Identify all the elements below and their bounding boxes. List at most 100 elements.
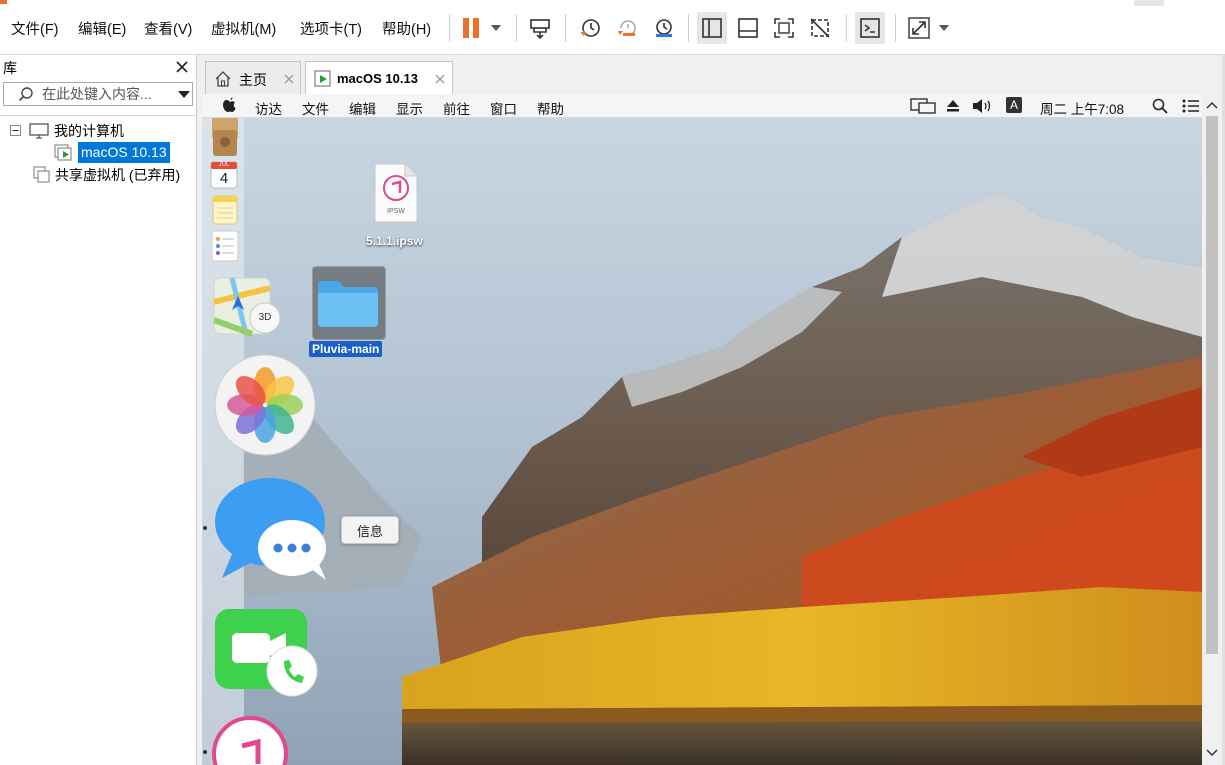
volume-icon[interactable]	[972, 98, 994, 114]
search-icon	[18, 87, 33, 102]
vm-vertical-scrollbar[interactable]	[1202, 94, 1222, 765]
dock-item-messages-icon[interactable]	[214, 476, 332, 584]
mac-menu-edit[interactable]: 编辑	[349, 98, 376, 118]
scroll-down-icon[interactable]	[1206, 749, 1218, 757]
macos-desktop[interactable]	[202, 117, 1202, 765]
send-ctrl-alt-del-icon	[530, 19, 550, 40]
tree-label-vm: macOS 10.13	[78, 142, 170, 163]
shared-vms-icon	[33, 166, 50, 182]
snapshot-manager-icon	[656, 19, 672, 37]
library-search-input[interactable]	[42, 86, 170, 102]
dock-item-calendar[interactable]: JUL 4	[210, 161, 238, 189]
calendar-month: JUL	[218, 162, 230, 168]
toolbar-separator	[565, 14, 566, 42]
tree-label-my-computer: 我的计算机	[54, 122, 124, 139]
close-tab-icon[interactable]	[284, 74, 294, 84]
mac-menu-window[interactable]: 窗口	[490, 98, 517, 118]
mac-clock[interactable]: 周二 上午7:08	[1040, 98, 1124, 118]
mac-menu-help[interactable]: 帮助	[537, 98, 564, 118]
mac-menu-file[interactable]: 文件	[302, 98, 329, 118]
toolbar-separator	[895, 14, 896, 42]
vm-console[interactable]: JUL 4 3D 信息 IPSW 5.1.1.ipsw Pluvia-main …	[202, 94, 1222, 765]
console-view-icon	[860, 18, 880, 38]
console-view-button[interactable]	[855, 12, 885, 44]
desktop-item-ipsw-label[interactable]: 5.1.1.ipsw	[366, 234, 423, 248]
display-mirroring-icon[interactable]	[910, 98, 936, 114]
tree-item-my-computer[interactable]: 我的计算机	[10, 120, 124, 141]
window-caption-remnant	[1134, 0, 1164, 6]
show-library-button[interactable]	[697, 12, 727, 44]
toolbar-separator	[846, 14, 847, 42]
dock-item-photos-icon[interactable]	[214, 354, 316, 456]
notification-center-icon[interactable]	[1182, 99, 1200, 113]
input-source-label: A	[1009, 98, 1018, 112]
stretch-menu-button[interactable]	[933, 12, 955, 44]
menu-tabs[interactable]: 选项卡(T)	[300, 18, 362, 39]
thumbnail-bar-icon	[738, 18, 758, 38]
dock-item-facetime-icon[interactable]	[214, 609, 320, 699]
dock-item-contacts-icon[interactable]	[210, 128, 240, 158]
send-ctrl-alt-del-button[interactable]	[525, 12, 555, 44]
dock-item-itunes-icon[interactable]	[212, 716, 292, 765]
power-menu-button[interactable]	[483, 12, 509, 44]
dock-tooltip: 信息	[341, 516, 399, 544]
dock-item-reminders-icon[interactable]	[210, 230, 240, 262]
scroll-up-icon[interactable]	[1206, 101, 1218, 109]
menu-help[interactable]: 帮助(H)	[382, 18, 431, 39]
menu-file[interactable]: 文件(F)	[11, 18, 59, 39]
apple-icon[interactable]	[222, 97, 236, 113]
fullscreen-button[interactable]	[769, 12, 799, 44]
tab-home-label: 主页	[239, 72, 267, 88]
stretch-guest-button[interactable]	[904, 12, 934, 44]
tree-item-shared-vms[interactable]: 共享虚拟机 (已弃用)	[33, 164, 180, 185]
menu-vm[interactable]: 虚拟机(M)	[211, 18, 276, 39]
close-library-button[interactable]	[176, 56, 188, 78]
thumbnail-bar-button[interactable]	[733, 12, 763, 44]
stretch-dropdown-icon	[939, 25, 949, 31]
revert-snapshot-button[interactable]	[612, 12, 642, 44]
take-snapshot-button[interactable]	[575, 12, 605, 44]
dock-running-indicator	[203, 526, 207, 530]
toolbar-separator	[449, 14, 450, 42]
library-pane: 库 我的计算机 macOS 10.13 共享虚拟机 (已弃用)	[0, 55, 197, 765]
toolbar-separator	[516, 14, 517, 42]
search-dropdown-icon[interactable]	[178, 91, 190, 99]
mac-menu-finder[interactable]: 访达	[255, 98, 282, 118]
maps-icon	[212, 277, 281, 337]
menu-edit[interactable]: 编辑(E)	[78, 18, 126, 39]
high-sierra-wallpaper	[202, 117, 1202, 765]
library-view-icon	[702, 18, 722, 38]
ipsw-badge: IPSW	[387, 208, 405, 215]
unity-icon	[810, 18, 830, 38]
collapse-icon[interactable]	[10, 125, 21, 136]
stretch-guest-icon	[908, 17, 930, 39]
close-tab-icon[interactable]	[435, 74, 445, 84]
menu-view[interactable]: 查看(V)	[144, 18, 192, 39]
snapshot-manager-button[interactable]	[649, 12, 679, 44]
tree-item-vm[interactable]: macOS 10.13	[54, 142, 170, 163]
folder-icon[interactable]	[316, 277, 380, 329]
library-search	[3, 82, 193, 106]
macos-menubar: 访达 文件 编辑 显示 前往 窗口 帮助 A 周二 上午7:08	[202, 94, 1202, 118]
calendar-day: 4	[219, 170, 229, 187]
pause-button[interactable]	[456, 12, 486, 44]
mac-menu-view[interactable]: 显示	[396, 98, 423, 118]
mac-menu-go[interactable]: 前往	[443, 98, 470, 118]
toolbar-separator	[688, 14, 689, 42]
tab-vm[interactable]: macOS 10.13	[305, 61, 453, 96]
tab-home[interactable]: 主页	[205, 61, 301, 95]
eject-icon[interactable]	[946, 99, 960, 113]
library-title: 库	[3, 60, 17, 76]
dock-item-maps[interactable]: 3D	[212, 274, 284, 340]
dropdown-arrow-icon	[491, 25, 501, 31]
home-icon	[215, 71, 231, 87]
desktop-item-folder-label[interactable]: Pluvia-main	[309, 341, 383, 357]
dock-item-notes-icon[interactable]	[211, 195, 239, 225]
vm-tab-icon	[314, 70, 331, 87]
spotlight-icon[interactable]	[1152, 98, 1168, 114]
scrollbar-thumb[interactable]	[1206, 116, 1218, 654]
library-tree: 我的计算机 macOS 10.13 共享虚拟机 (已弃用)	[0, 115, 196, 764]
tab-vm-label: macOS 10.13	[337, 71, 418, 86]
pause-icon	[463, 18, 479, 38]
unity-button[interactable]	[805, 12, 835, 44]
